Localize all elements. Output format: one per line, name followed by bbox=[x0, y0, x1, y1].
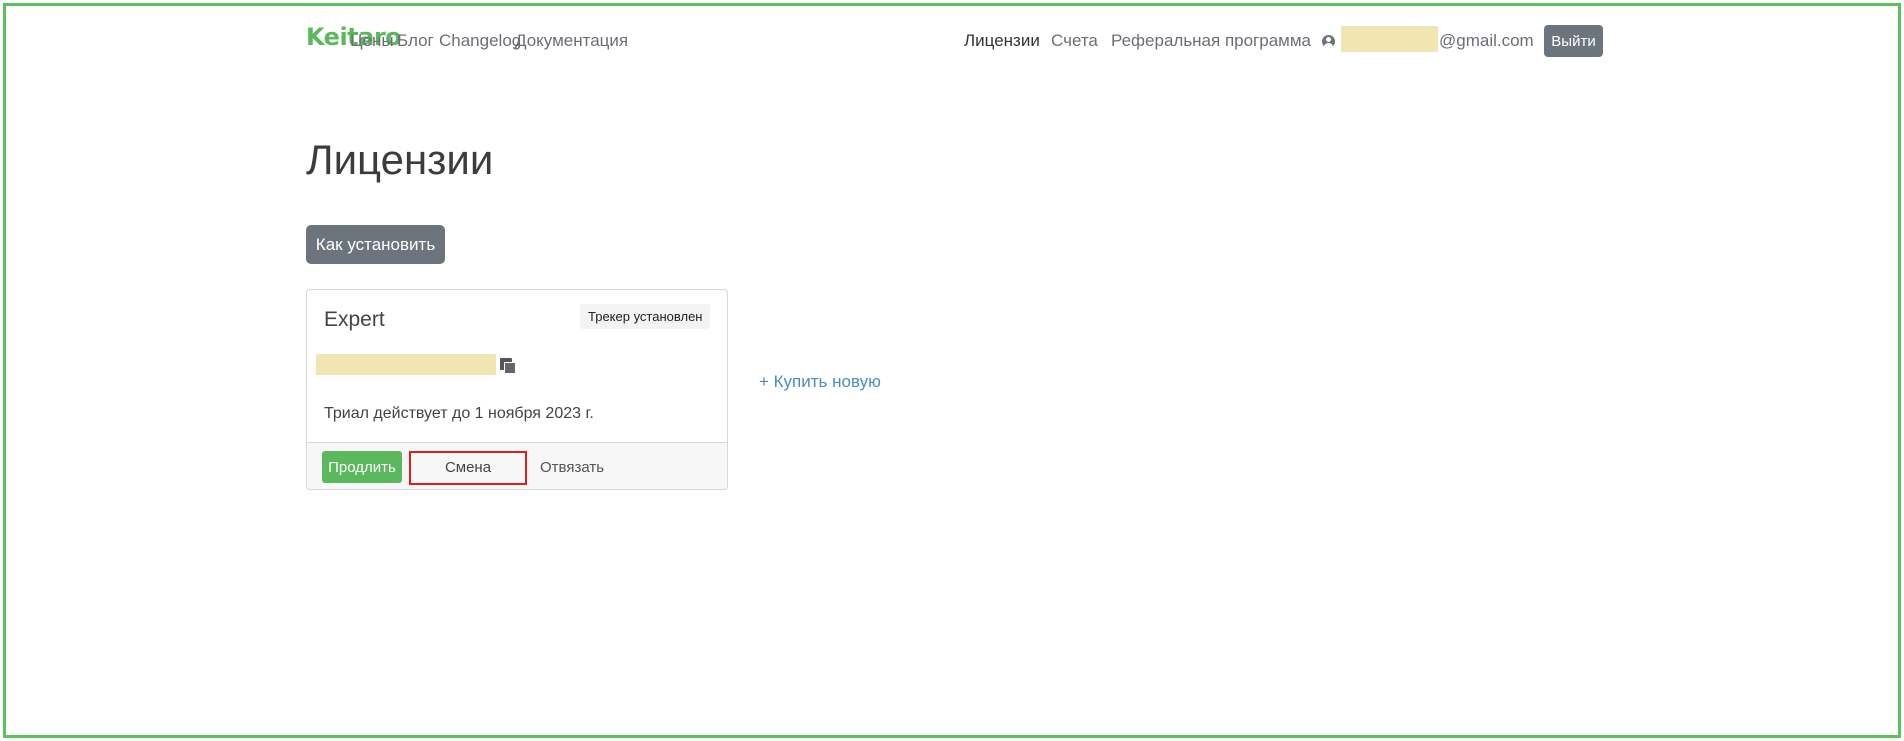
buy-new-license-link[interactable]: + Купить новую bbox=[759, 372, 881, 392]
extend-button[interactable]: Продлить bbox=[322, 451, 402, 483]
unlink-link[interactable]: Отвязать bbox=[540, 459, 604, 476]
logout-button[interactable]: Выйти bbox=[1544, 25, 1603, 57]
nav-link-licenses[interactable]: Лицензии bbox=[964, 31, 1040, 51]
app-frame: Keitaro Цены Блог Changelog Документация… bbox=[3, 3, 1901, 738]
nav-link-blog[interactable]: Блог bbox=[397, 31, 434, 51]
license-edition-name: Expert bbox=[324, 308, 385, 331]
change-edition-link[interactable]: Смена редакции bbox=[409, 451, 527, 485]
nav-link-prices[interactable]: Цены bbox=[350, 31, 394, 51]
nav-link-invoices[interactable]: Счета bbox=[1051, 31, 1098, 51]
nav-link-changelog[interactable]: Changelog bbox=[439, 31, 521, 51]
license-card: Expert Трекер установлен Триал действует… bbox=[306, 289, 728, 490]
license-card-footer: Продлить Смена редакции Отвязать bbox=[307, 442, 727, 489]
copy-icon[interactable] bbox=[500, 358, 516, 374]
trial-expiry-text: Триал действует до 1 ноября 2023 г. bbox=[324, 405, 594, 422]
how-to-install-button[interactable]: Как установить bbox=[306, 225, 445, 264]
redacted-license-key bbox=[316, 354, 496, 375]
page-title: Лицензии bbox=[306, 136, 494, 183]
top-navbar: Keitaro Цены Блог Changelog Документация… bbox=[6, 6, 1898, 66]
user-icon bbox=[1322, 35, 1335, 48]
nav-link-referral-program[interactable]: Реферальная программа bbox=[1111, 31, 1311, 51]
status-badge: Трекер установлен bbox=[580, 304, 711, 329]
user-email-domain: @gmail.com bbox=[1439, 31, 1534, 50]
nav-link-documentation[interactable]: Документация bbox=[515, 31, 628, 51]
redacted-email-username bbox=[1341, 26, 1438, 52]
